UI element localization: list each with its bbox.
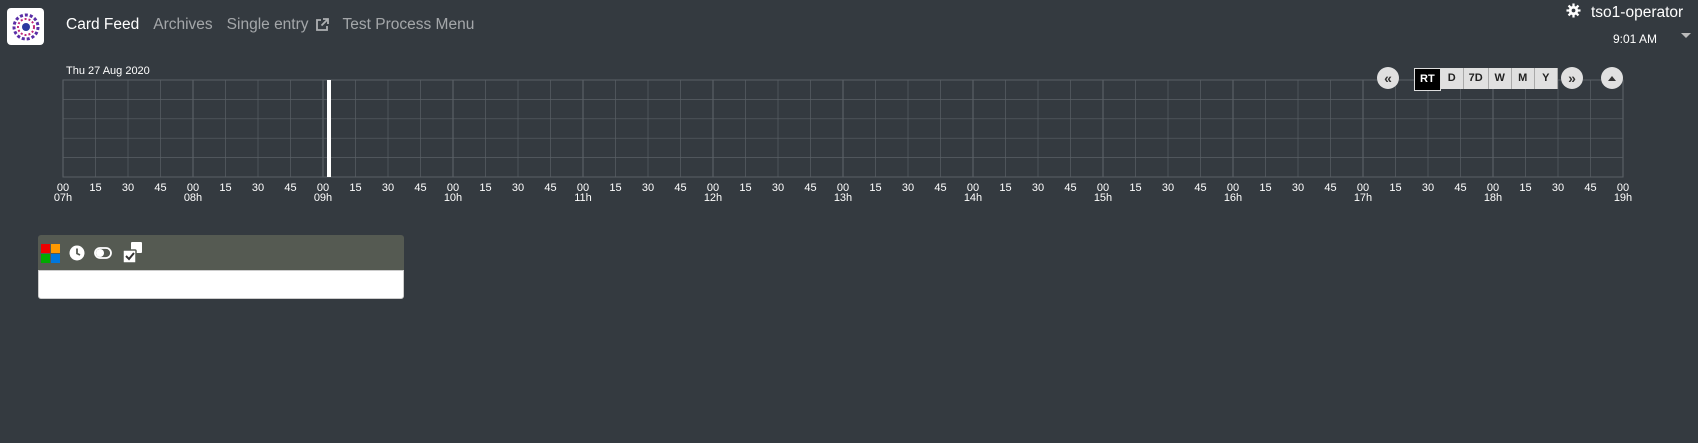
timeline-minute-tick: 30 bbox=[642, 182, 654, 194]
timeline-minute-tick: 15 bbox=[479, 182, 491, 194]
timeline-minute-tick: 45 bbox=[1194, 182, 1206, 194]
timeline-minute-tick: 30 bbox=[122, 182, 134, 194]
caret-up-icon bbox=[1608, 75, 1616, 81]
timeline-minute-tick: 30 bbox=[1162, 182, 1174, 194]
timeline-hour-label: 11h bbox=[574, 192, 592, 204]
timeline-minute-tick: 15 bbox=[1519, 182, 1531, 194]
zoom-month-button[interactable]: M bbox=[1511, 68, 1535, 89]
timeline-minute-tick: 30 bbox=[1422, 182, 1434, 194]
timeline-next-button[interactable]: » bbox=[1561, 67, 1583, 89]
timeline-minute-tick: 45 bbox=[934, 182, 946, 194]
timeline-minute-tick: 15 bbox=[609, 182, 621, 194]
timeline-minute-tick: 45 bbox=[284, 182, 296, 194]
timeline-collapse-button[interactable] bbox=[1601, 67, 1623, 89]
timeline-minute-tick: 45 bbox=[544, 182, 556, 194]
timeline-minute-tick: 30 bbox=[512, 182, 524, 194]
timeline-minute-tick: 30 bbox=[252, 182, 264, 194]
zoom-week-button[interactable]: W bbox=[1488, 68, 1512, 89]
timeline-minute-tick: 15 bbox=[219, 182, 231, 194]
timeline-minute-tick: 15 bbox=[1389, 182, 1401, 194]
timeline-minute-tick: 30 bbox=[1032, 182, 1044, 194]
timeline-minute-tick: 45 bbox=[154, 182, 166, 194]
timeline-minute-tick: 15 bbox=[1129, 182, 1141, 194]
timeline-minute-tick: 45 bbox=[1324, 182, 1336, 194]
timeline-minute-tick: 30 bbox=[772, 182, 784, 194]
timeline-hour-label: 16h bbox=[1224, 192, 1242, 204]
zoom-day-button[interactable]: D bbox=[1440, 68, 1464, 89]
timeline-hour-label: 09h bbox=[314, 192, 332, 204]
timeline-minute-tick: 30 bbox=[902, 182, 914, 194]
timeline-minute-tick: 45 bbox=[414, 182, 426, 194]
current-time-marker bbox=[327, 80, 331, 177]
timeline-minute-tick: 15 bbox=[1259, 182, 1271, 194]
timeline-minute-tick: 45 bbox=[804, 182, 816, 194]
feed-toolbar bbox=[41, 242, 145, 264]
zoom-7day-button[interactable]: 7D bbox=[1463, 68, 1489, 89]
timeline-minute-tick: 30 bbox=[382, 182, 394, 194]
timeline-hour-label: 10h bbox=[444, 192, 462, 204]
timeline-minute-tick: 30 bbox=[1292, 182, 1304, 194]
timeline-minute-tick: 30 bbox=[1552, 182, 1564, 194]
toggle-icon[interactable] bbox=[94, 245, 112, 261]
zoom-year-button[interactable]: Y bbox=[1534, 68, 1558, 89]
zoom-rt-button[interactable]: RT bbox=[1414, 68, 1441, 91]
timeline-hour-label: 19h bbox=[1614, 192, 1632, 204]
timeline-hour-label: 12h bbox=[704, 192, 722, 204]
timeline-hour-label: 14h bbox=[964, 192, 982, 204]
double-chevron-right-icon: » bbox=[1568, 70, 1576, 86]
timeline-minute-tick: 15 bbox=[999, 182, 1011, 194]
timeline-hour-label: 17h bbox=[1354, 192, 1372, 204]
timeline-minute-tick: 15 bbox=[89, 182, 101, 194]
double-chevron-left-icon: « bbox=[1384, 70, 1392, 86]
timeline-minute-tick: 45 bbox=[674, 182, 686, 194]
acknowledge-icon[interactable] bbox=[121, 242, 145, 264]
timeline-hour-label: 18h bbox=[1484, 192, 1502, 204]
card-list bbox=[38, 270, 404, 299]
zoom-selector: RT D 7D W M Y bbox=[1414, 68, 1558, 91]
severity-filter-icon[interactable] bbox=[41, 243, 60, 263]
timeline-hour-label: 13h bbox=[834, 192, 852, 204]
timeline-minute-tick: 45 bbox=[1454, 182, 1466, 194]
timeline-chart: 0007h15 30 45 0008h15 30 45 0009h15 30 45 0010h15… bbox=[54, 79, 1632, 204]
clock-icon[interactable] bbox=[69, 245, 85, 261]
card-feed-panel bbox=[38, 235, 404, 299]
timeline-minute-tick: 45 bbox=[1584, 182, 1596, 194]
timeline-prev-button[interactable]: « bbox=[1377, 67, 1399, 89]
timeline-minute-tick: 15 bbox=[349, 182, 361, 194]
timeline-hour-label: 07h bbox=[54, 192, 72, 204]
timeline-minute-tick: 45 bbox=[1064, 182, 1076, 194]
timeline-minute-tick: 15 bbox=[739, 182, 751, 194]
timeline-hour-label: 15h bbox=[1094, 192, 1112, 204]
timeline-hour-label: 08h bbox=[184, 192, 202, 204]
timeline-minute-tick: 15 bbox=[869, 182, 881, 194]
